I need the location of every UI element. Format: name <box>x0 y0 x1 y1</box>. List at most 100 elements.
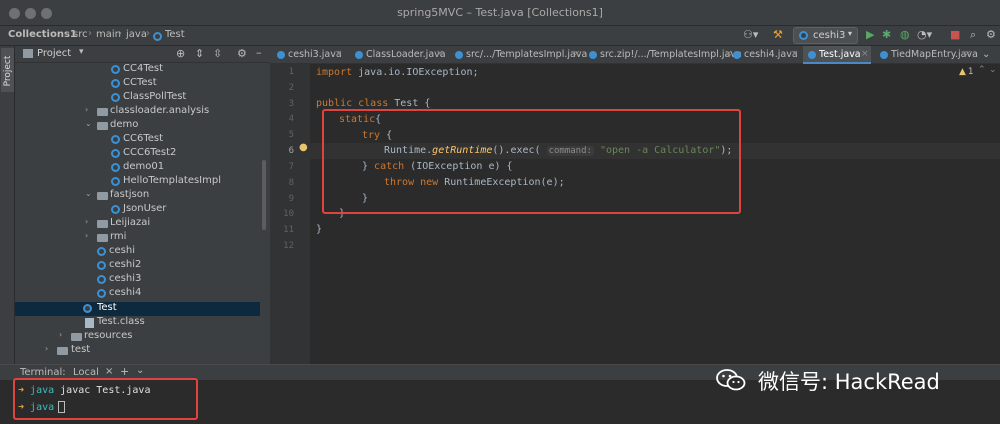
add-tab-icon[interactable]: + <box>120 365 129 378</box>
class-icon <box>97 261 106 270</box>
close-icon[interactable]: × <box>105 366 113 377</box>
class-icon <box>153 32 162 41</box>
project-scrollbar[interactable] <box>262 160 266 230</box>
chevron-up-icon[interactable]: ⌃ <box>978 65 986 75</box>
tree-item[interactable]: ClassPollTest <box>15 91 260 105</box>
tab-test[interactable]: Test.java × <box>803 46 871 64</box>
tree-item-label: test <box>71 344 91 355</box>
tree-item[interactable]: Test.class <box>15 316 260 330</box>
build-hammer-icon[interactable]: ⚒ <box>773 28 783 41</box>
project-view-selector[interactable]: Project <box>37 48 71 59</box>
tab-tiedmapentry[interactable]: TiedMapEntry.java × <box>875 46 978 64</box>
class-icon <box>589 51 597 59</box>
run-configuration-label: ceshi3 <box>813 30 846 41</box>
chevron-right-icon[interactable]: › <box>85 105 88 114</box>
close-icon[interactable]: × <box>964 49 972 59</box>
run-icon[interactable]: ▶ <box>866 28 874 41</box>
tree-item[interactable]: › test <box>15 344 260 358</box>
class-icon <box>880 51 888 59</box>
tree-item-label: CC4Test <box>123 63 164 74</box>
locate-icon[interactable]: ⊕ <box>176 47 185 60</box>
chevron-down-icon[interactable]: ⌄ <box>136 365 144 376</box>
expand-all-icon[interactable]: ⇕ <box>195 47 204 60</box>
lightbulb-icon[interactable]: ● <box>299 142 308 153</box>
class-icon <box>83 304 92 313</box>
tree-item[interactable]: ceshi2 <box>15 259 260 273</box>
coverage-icon[interactable]: ◍ <box>900 28 910 41</box>
line-number: 4 <box>288 114 294 124</box>
wechat-logo-icon <box>716 369 746 391</box>
class-icon <box>277 51 285 59</box>
editor-tab-bar: ceshi3.java × ClassLoader.java × src/.../T… <box>270 46 1000 64</box>
tab-ceshi4[interactable]: ceshi4.java × <box>728 46 800 64</box>
close-icon[interactable]: × <box>436 49 444 59</box>
tree-item[interactable]: CCC6Test2 <box>15 147 260 161</box>
tree-item[interactable]: ceshi <box>15 245 260 259</box>
warning-indicator[interactable]: ▲ 1 <box>959 67 974 77</box>
close-icon[interactable]: × <box>573 49 581 59</box>
chevron-right-icon: › <box>66 28 70 39</box>
stop-icon[interactable]: ■ <box>950 28 960 41</box>
tree-item[interactable]: ceshi3 <box>15 273 260 287</box>
tab-templatesimpl-src[interactable]: src/.../TemplatesImpl.java × <box>450 46 587 64</box>
chevron-down-icon[interactable]: ⌄ <box>982 49 990 60</box>
collapse-all-icon[interactable]: ⇳ <box>213 47 222 60</box>
tree-item[interactable]: CC6Test <box>15 133 260 147</box>
tree-item-label: demo01 <box>123 161 165 172</box>
tree-item[interactable]: ⌄ demo <box>15 119 260 133</box>
run-configuration-select[interactable]: ceshi3 ▾ <box>793 27 858 44</box>
breadcrumb-test[interactable]: Test <box>165 29 185 40</box>
tree-item[interactable]: CCTest <box>15 77 260 91</box>
debug-icon[interactable]: ✱ <box>882 28 891 41</box>
close-icon[interactable]: × <box>791 49 799 59</box>
tree-item[interactable]: HelloTemplatesImpl <box>15 175 260 189</box>
tab-ceshi3[interactable]: ceshi3.java × <box>272 46 344 64</box>
chevron-down-icon[interactable]: ▾ <box>79 47 84 57</box>
chevron-right-icon[interactable]: › <box>45 344 48 353</box>
settings-icon[interactable]: ⚙ <box>986 28 996 41</box>
breadcrumb-java[interactable]: java <box>126 29 147 40</box>
line-number: 11 <box>283 225 294 235</box>
tree-item-label: resources <box>84 330 133 341</box>
chevron-right-icon[interactable]: › <box>59 330 62 339</box>
tree-item[interactable]: ceshi4 <box>15 287 260 301</box>
close-icon[interactable]: × <box>861 49 869 59</box>
editor-gutter: 1 2 3 4 5 6 7 8 9 10 11 12 ● <box>270 64 310 364</box>
vcs-user-icon[interactable]: ⚇▾ <box>743 28 758 41</box>
chevron-right-icon[interactable]: › <box>85 231 88 240</box>
line-number: 6 <box>288 146 294 156</box>
chevron-right-icon: › <box>146 28 150 39</box>
chevron-down-icon[interactable]: ⌄ <box>989 65 997 75</box>
breadcrumb-src[interactable]: src <box>73 29 88 40</box>
tab-templatesimpl-zip[interactable]: src.zip!/.../TemplatesImpl.java × <box>584 46 742 64</box>
gear-icon[interactable]: ⚙ <box>237 47 247 60</box>
class-icon <box>455 51 463 59</box>
tree-item[interactable]: demo01 <box>15 161 260 175</box>
line-number: 5 <box>288 130 294 140</box>
tree-item[interactable]: › rmi <box>15 231 260 245</box>
tree-item[interactable]: JsonUser <box>15 203 260 217</box>
tree-item[interactable]: CC4Test <box>15 63 260 77</box>
tab-classloader[interactable]: ClassLoader.java × <box>350 46 446 64</box>
tree-item-label: ceshi <box>109 245 135 256</box>
project-tool-tab[interactable]: Project <box>1 48 14 92</box>
tree-item[interactable]: › Leijiazai <box>15 217 260 231</box>
tree-item[interactable]: › classloader.analysis <box>15 105 260 119</box>
chevron-down-icon[interactable]: ⌄ <box>85 119 92 128</box>
hide-icon[interactable]: – <box>256 46 262 59</box>
profile-icon[interactable]: ◔▾ <box>917 28 932 41</box>
close-icon[interactable]: × <box>335 49 343 59</box>
tree-item[interactable]: ⌄ fastjson <box>15 189 260 203</box>
folder-icon <box>97 192 108 200</box>
tree-item-label: Leijiazai <box>110 217 151 228</box>
chevron-down-icon[interactable]: ⌄ <box>85 189 92 198</box>
chevron-right-icon[interactable]: › <box>85 217 88 226</box>
class-icon <box>355 51 363 59</box>
project-folder-icon <box>23 49 33 58</box>
tree-item-label: ClassPollTest <box>123 91 187 102</box>
tree-item[interactable]: › resources <box>15 330 260 344</box>
search-icon[interactable]: ⌕ <box>970 28 976 42</box>
tree-item-selected[interactable]: Test <box>15 302 260 316</box>
class-icon <box>111 177 120 186</box>
folder-icon <box>97 234 108 242</box>
